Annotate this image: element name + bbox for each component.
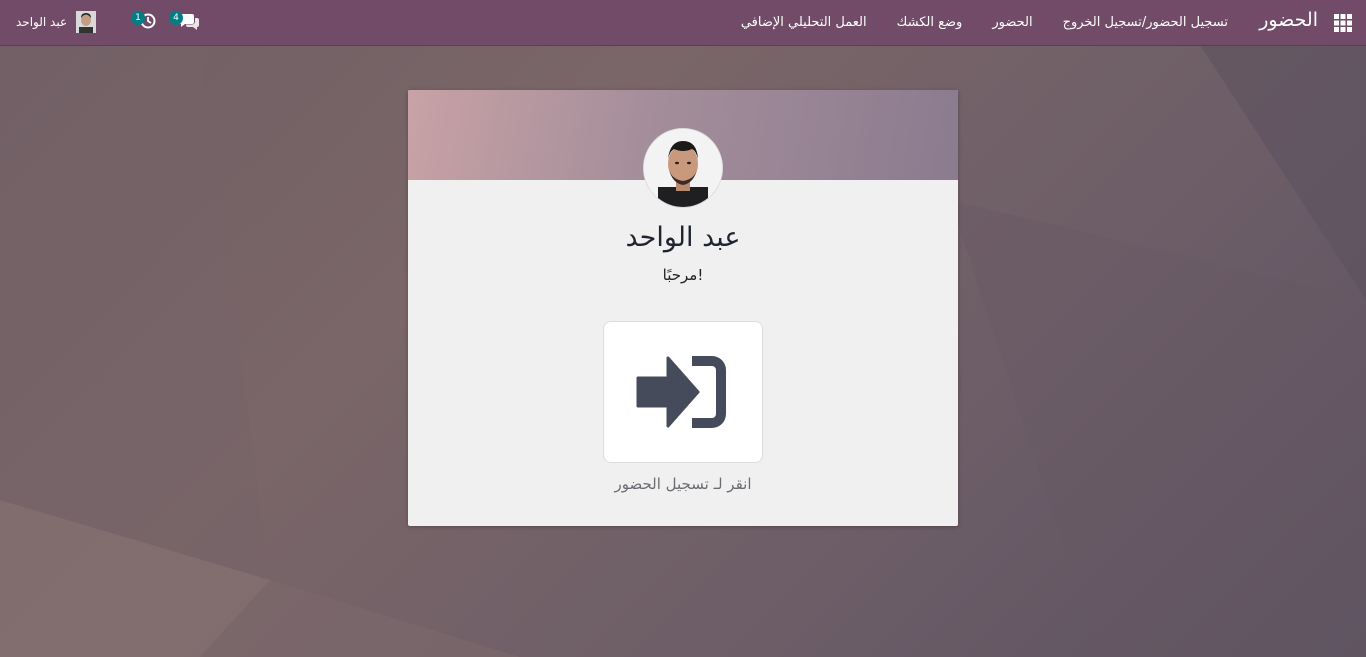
- menu-item-attendances[interactable]: الحضور: [992, 15, 1032, 30]
- menu-item-kiosk-mode[interactable]: وضع الكشك: [897, 15, 963, 30]
- employee-name: عبد الواحد: [625, 222, 741, 253]
- menu-item-checkin-checkout[interactable]: تسجيل الحضور/تسجيل الخروج: [1063, 15, 1228, 30]
- checkin-caption: انقر لـ تسجيل الحضور: [614, 475, 752, 493]
- welcome-message: مرحبًا!: [662, 266, 704, 284]
- systray: 4 1 عبد الواحد: [0, 0, 220, 45]
- top-navbar: الحضور تسجيل الحضور/تسجيل الخروج الحضور …: [0, 0, 1366, 46]
- attendance-card: عبد الواحد مرحبًا! انقر لـ تسجيل الحضور: [408, 90, 958, 526]
- checkin-button[interactable]: [603, 321, 763, 463]
- menu-item-overtime-analysis[interactable]: العمل التحليلي الإضافي: [741, 15, 867, 30]
- user-avatar[interactable]: [76, 11, 96, 33]
- sign-in-icon: [636, 356, 726, 428]
- main-menu: تسجيل الحضور/تسجيل الخروج الحضور وضع الك…: [741, 0, 1228, 45]
- user-name[interactable]: عبد الواحد: [16, 15, 67, 29]
- employee-avatar: [643, 128, 723, 208]
- messages-count-badge: 4: [169, 11, 183, 25]
- apps-grid-icon[interactable]: [1334, 14, 1352, 32]
- activities-count-badge: 1: [131, 11, 145, 25]
- app-brand[interactable]: الحضور: [1259, 9, 1318, 31]
